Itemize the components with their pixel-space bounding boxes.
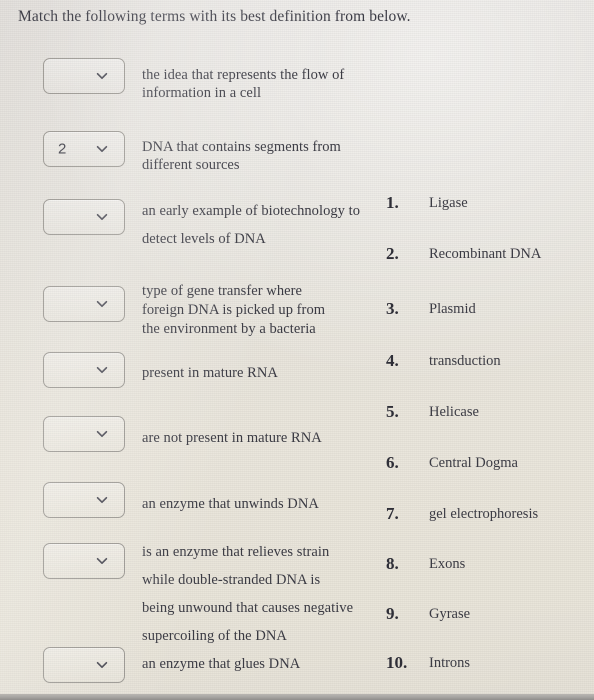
definition-text-7: an enzyme that unwinds DNA	[142, 496, 319, 512]
answer-select-1[interactable]	[43, 58, 125, 94]
answer-select-8[interactable]	[43, 543, 125, 579]
term-label: Plasmid	[429, 301, 476, 317]
chevron-down-icon[interactable]	[96, 211, 108, 223]
term-bank-item: 1. Ligase	[386, 193, 594, 215]
term-bank-item: 6. Central Dogma	[386, 453, 594, 475]
answer-select-6[interactable]	[43, 416, 125, 452]
answer-select-4[interactable]	[43, 286, 125, 322]
definition-text-6: are not present in mature RNA	[142, 430, 322, 446]
definition-text-5: present in mature RNA	[142, 365, 278, 381]
term-label: Ligase	[429, 195, 468, 211]
term-bank-list: 1. Ligase 2. Recombinant DNA 3. Plasmid 4. tran…	[386, 0, 594, 700]
term-number: 6.	[386, 453, 399, 472]
term-label: Introns	[429, 655, 471, 671]
chevron-down-icon[interactable]	[96, 143, 108, 155]
answer-select-3[interactable]	[43, 199, 125, 235]
matching-questions-list: the idea that represents the flow of inf…	[0, 0, 390, 700]
term-number: 4.	[386, 351, 399, 370]
term-label: gel electrophoresis	[429, 506, 539, 522]
term-number: 5.	[386, 402, 399, 421]
term-bank-item: 10. Introns	[386, 653, 594, 675]
term-label: Helicase	[429, 404, 479, 420]
chevron-down-icon[interactable]	[96, 428, 108, 440]
term-bank-item: 9. Gyrase	[386, 604, 594, 626]
term-label: Recombinant DNA	[429, 246, 542, 262]
term-label: Exons	[429, 556, 466, 572]
worksheet-page: Match the following terms with its best …	[0, 0, 594, 700]
term-number: 7.	[386, 504, 399, 523]
answer-select-2[interactable]: 2	[43, 131, 125, 167]
chevron-down-icon[interactable]	[96, 659, 108, 671]
answer-select-7[interactable]	[43, 482, 125, 518]
term-bank-item: 5. Helicase	[386, 402, 594, 424]
term-number: 2.	[386, 244, 399, 263]
term-bank-item: 3. Plasmid	[386, 299, 594, 321]
term-bank-item: 4. transduction	[386, 351, 594, 373]
chevron-down-icon[interactable]	[96, 364, 108, 376]
term-number: 9.	[386, 604, 399, 623]
answer-select-9[interactable]	[43, 647, 125, 683]
bottom-chrome-strip	[0, 694, 594, 700]
answer-select-value-2: 2	[58, 140, 67, 158]
answer-select-5[interactable]	[43, 352, 125, 388]
chevron-down-icon[interactable]	[96, 555, 108, 567]
definition-text-9: an enzyme that glues DNA	[142, 656, 301, 672]
chevron-down-icon[interactable]	[96, 298, 108, 310]
definition-text-2: DNA that contains segments from differen…	[142, 139, 341, 173]
term-label: Gyrase	[429, 606, 471, 622]
term-bank-item: 2. Recombinant DNA	[386, 244, 594, 266]
definition-text-3: an early example of biotechnology to det…	[142, 203, 361, 247]
definition-text-8: is an enzyme that relieves strain while …	[142, 544, 354, 644]
definition-text-4: type of gene transfer where foreign DNA …	[142, 283, 326, 337]
term-number: 3.	[386, 299, 399, 318]
term-number: 8.	[386, 554, 399, 573]
chevron-down-icon[interactable]	[96, 494, 108, 506]
chevron-down-icon[interactable]	[96, 70, 108, 82]
term-label: transduction	[429, 353, 501, 369]
term-bank-item: 7. gel electrophoresis	[386, 504, 594, 526]
term-number: 1.	[386, 193, 399, 212]
definition-text-1: the idea that represents the flow of inf…	[142, 67, 345, 101]
term-number: 10.	[386, 653, 408, 672]
term-bank-item: 8. Exons	[386, 554, 594, 576]
term-label: Central Dogma	[429, 455, 518, 471]
